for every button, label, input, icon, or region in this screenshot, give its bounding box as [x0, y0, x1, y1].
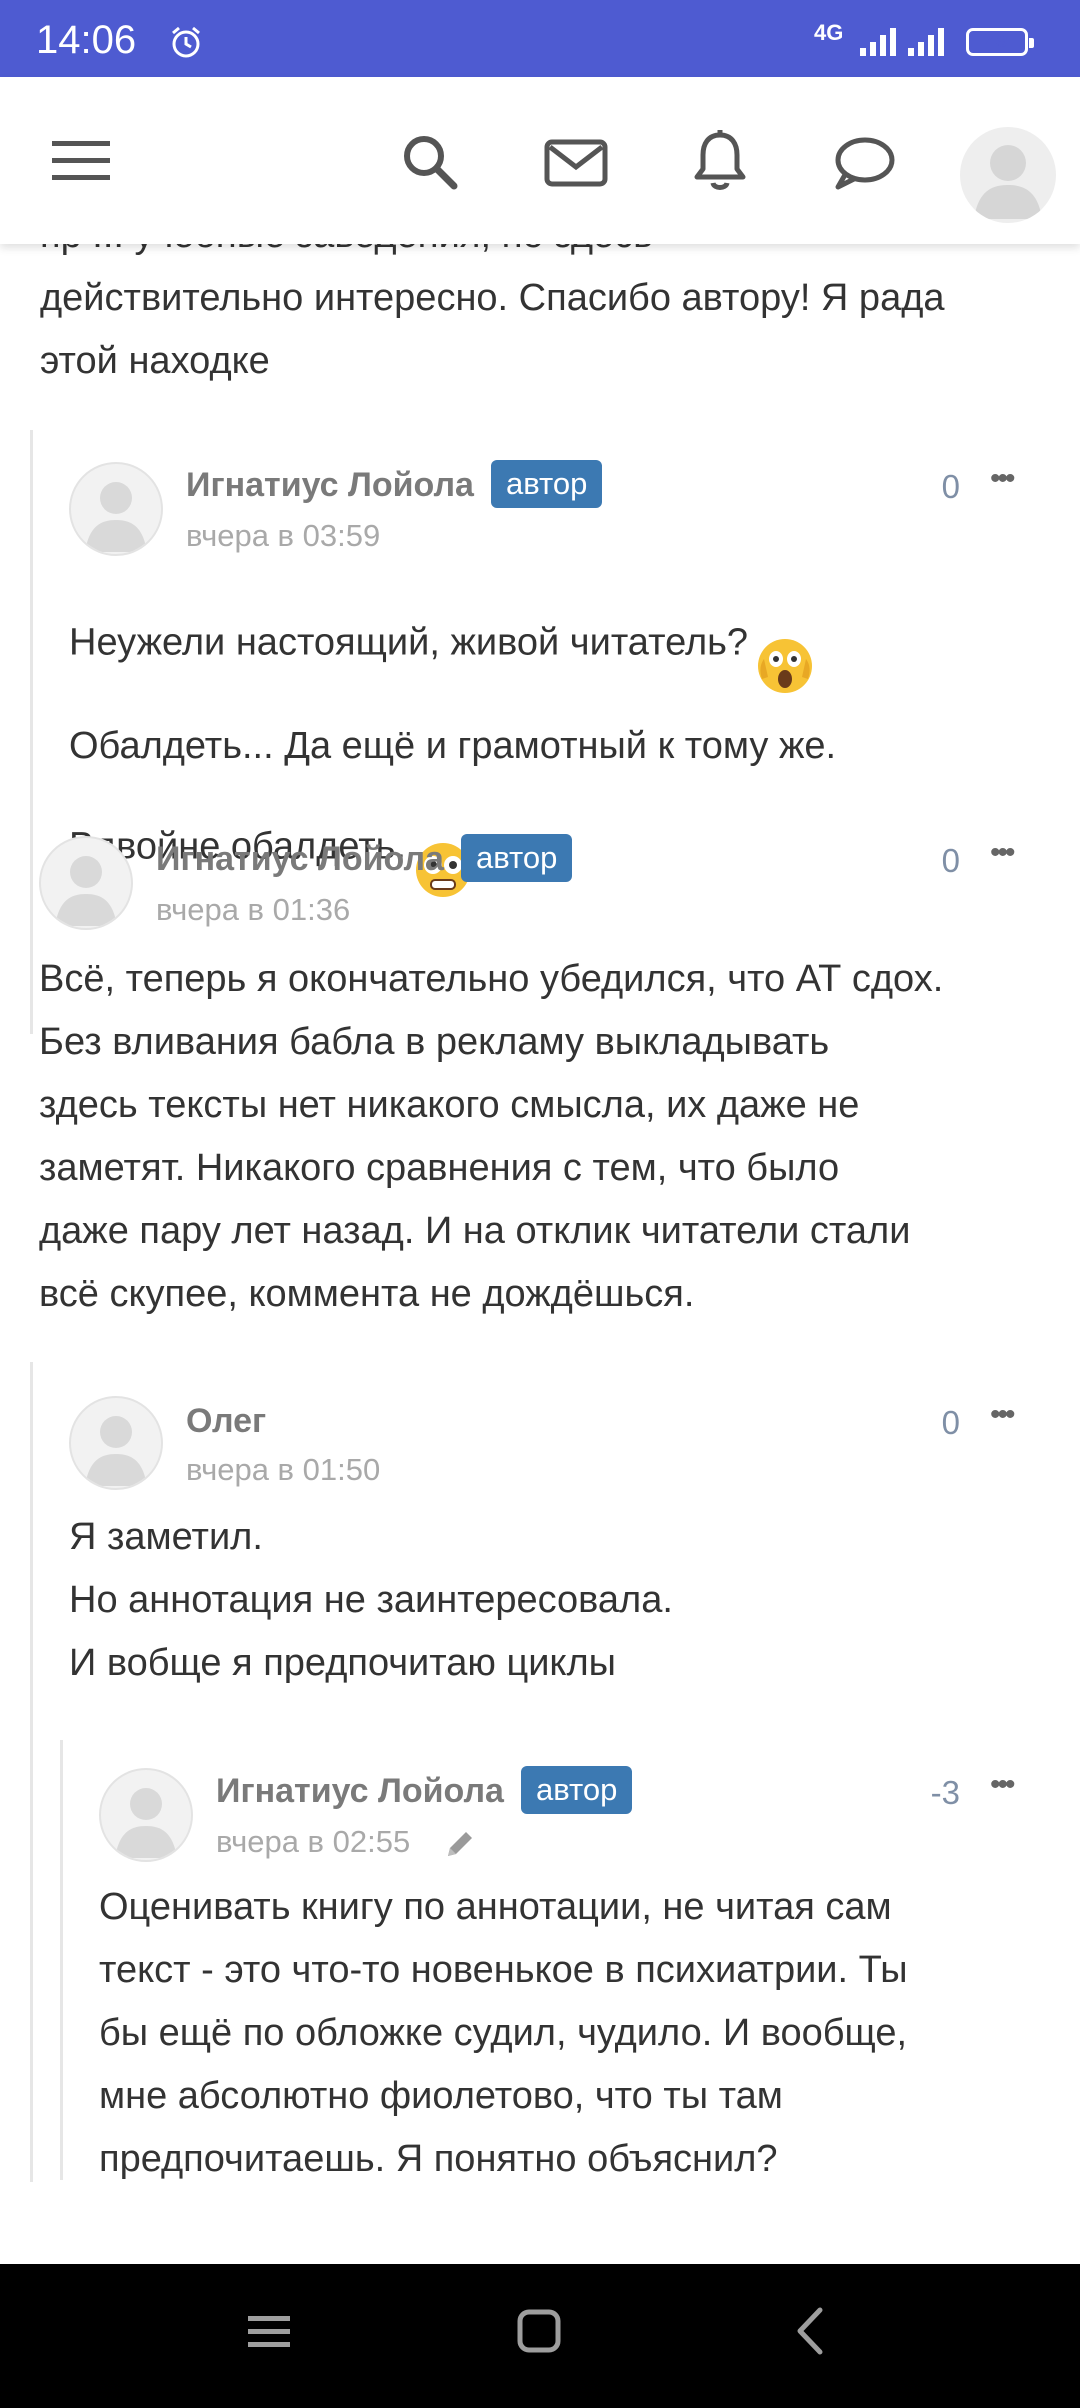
status-bar: 14:06 4G 49 [0, 0, 1080, 77]
network-type: 4G [814, 20, 844, 45]
comments-feed: пр ... учебные заведения, но здесь дейст… [0, 244, 1080, 2184]
comment-rating[interactable]: 0 [890, 468, 960, 506]
top-navigation [0, 77, 1080, 244]
comment-date[interactable]: вчера в 03:59 [186, 518, 380, 554]
signal-icon [858, 26, 898, 63]
back-icon[interactable] [786, 2306, 836, 2361]
author-name[interactable]: Игнатиус Лойола [216, 1772, 504, 1811]
mail-icon[interactable] [544, 139, 608, 192]
battery-percent: 49 [986, 31, 1008, 52]
author-name[interactable]: Игнатиус Лойола [156, 840, 444, 879]
feed-bottom-padding [0, 2184, 1080, 2264]
author-name[interactable]: Игнатиус Лойола [186, 466, 474, 505]
comment-rating[interactable]: -3 [890, 1774, 960, 1812]
author-badge: автор [491, 460, 603, 508]
battery-icon: 49 [966, 28, 1034, 56]
search-icon[interactable] [400, 132, 460, 197]
avatar[interactable] [69, 1396, 163, 1490]
author-name[interactable]: Олег [186, 1402, 266, 1441]
avatar[interactable] [69, 462, 163, 556]
clock: 14:06 [36, 18, 137, 62]
signal-icon-2 [906, 26, 946, 63]
more-options-icon[interactable]: ••• [990, 836, 1015, 870]
menu-icon[interactable] [52, 139, 112, 188]
more-options-icon[interactable]: ••• [990, 1768, 1015, 1802]
author-badge: автор [521, 1766, 633, 1814]
chat-icon[interactable] [832, 135, 896, 196]
shocked-face-icon [756, 574, 814, 715]
bell-icon[interactable] [692, 129, 748, 198]
comment-text: Всё, теперь я окончательно убедился, что… [39, 958, 944, 1315]
comment-text-line: Неужели настоящий, живой читатель? [69, 621, 749, 664]
more-options-icon[interactable]: ••• [990, 462, 1015, 496]
more-options-icon[interactable]: ••• [990, 1398, 1015, 1432]
comment-date[interactable]: вчера в 02:55 [216, 1824, 410, 1860]
edit-pencil-icon[interactable] [444, 1828, 476, 1865]
comment-date[interactable]: вчера в 01:50 [186, 1452, 380, 1488]
comment-text: Я заметил. Но аннотация не заинтересовал… [69, 1516, 673, 1684]
thread-line-nested [60, 1740, 63, 2180]
home-icon[interactable] [514, 2306, 564, 2361]
user-avatar[interactable] [960, 127, 1056, 223]
comment-rating[interactable]: 0 [890, 1404, 960, 1442]
thread-line [30, 1362, 33, 2182]
comment-rating[interactable]: 0 [890, 842, 960, 880]
comment-text-line: Обалдеть... Да ещё и грамотный к тому же… [69, 725, 837, 767]
comment-text: Оценивать книгу по аннотации, не читая с… [99, 1886, 908, 2180]
alarm-icon [168, 24, 204, 65]
comment-date[interactable]: вчера в 01:36 [156, 892, 350, 928]
recents-icon[interactable] [244, 2306, 294, 2361]
author-badge: автор [461, 834, 573, 882]
avatar[interactable] [99, 1768, 193, 1862]
avatar[interactable] [39, 836, 133, 930]
system-navigation-bar [0, 2264, 1080, 2408]
